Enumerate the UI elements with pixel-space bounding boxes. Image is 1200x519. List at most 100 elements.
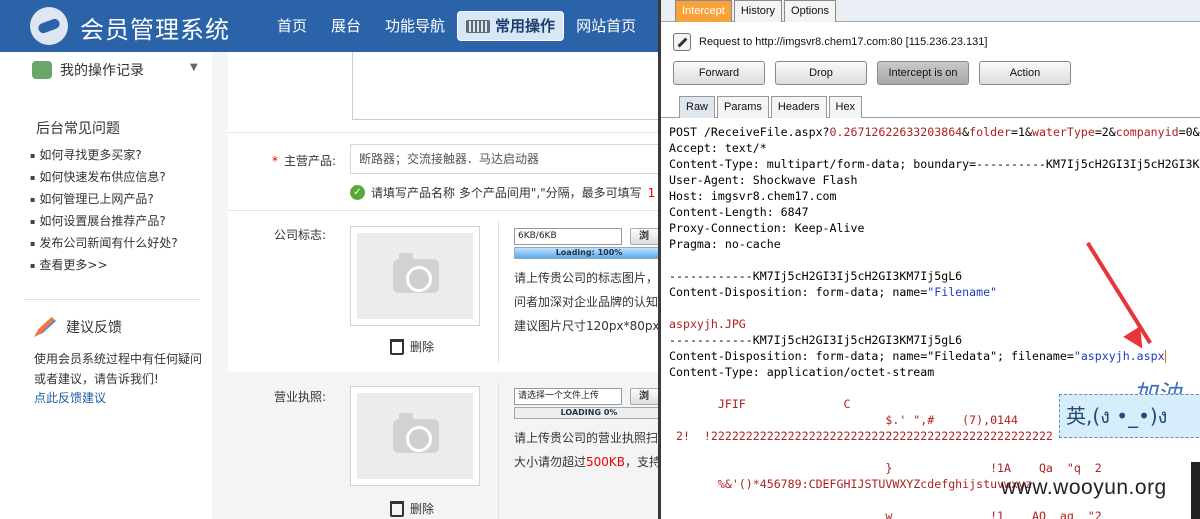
trash-icon <box>390 500 404 517</box>
raw-line: Content-Disposition: form-data; name="Fi… <box>669 349 1166 363</box>
nav-booth[interactable]: 展台 <box>319 11 373 41</box>
faq-item[interactable]: 如何寻找更多买家? <box>30 144 178 166</box>
raw-line: w !1 AQ aq "2 <box>669 509 1102 519</box>
logo-label: 公司标志: <box>274 228 327 242</box>
request-info: Request to http://imgsvr8.chem17.com:80 … <box>673 33 987 51</box>
chevron-down-icon[interactable]: ▼ <box>190 62 198 73</box>
feedback-link[interactable]: 点此反馈建议 <box>34 389 106 406</box>
faq-item[interactable]: 如何管理已上网产品? <box>30 188 178 210</box>
message-tabs: Raw Params Headers Hex <box>661 96 1200 118</box>
scrollbar[interactable] <box>1191 462 1200 519</box>
product-hint: ✓ 请填写产品名称 多个产品间用","分隔，最多可填写 1 <box>350 184 655 201</box>
forward-button[interactable]: Forward <box>673 61 765 85</box>
raw-line: Content-Length: 6847 <box>669 205 809 219</box>
raw-line <box>669 444 1200 460</box>
raw-line: } !1A Qa "q 2 <box>669 461 1102 475</box>
product-label: * 主营产品: <box>272 154 337 168</box>
burp-proxy-panel: Intercept History Options Request to htt… <box>658 0 1200 519</box>
nav-website-home[interactable]: 网站首页 <box>564 11 648 41</box>
keyboard-icon <box>466 19 491 33</box>
pencil-icon <box>34 317 56 337</box>
faq-item[interactable]: 如何设置展台推荐产品? <box>30 210 178 232</box>
trash-icon <box>390 338 404 355</box>
drop-button[interactable]: Drop <box>775 61 867 85</box>
check-icon: ✓ <box>350 185 365 200</box>
raw-line: ------------KM7Ij5cH2GI3Ij5cH2GI3KM7Ij5g… <box>669 269 963 283</box>
logo-description: 请上传贵公司的标志图片， 问者加深对企业品牌的认知 建议图片尺寸120px*80… <box>514 271 658 333</box>
raw-line: Proxy-Connection: Keep-Alive <box>669 221 865 235</box>
faq-more-link[interactable]: 查看更多>> <box>30 254 178 276</box>
license-description: 请上传贵公司的营业执照扫 大小请勿超过500KB，支持 <box>514 431 658 469</box>
text-caret <box>1164 350 1166 363</box>
license-label: 营业执照: <box>274 390 327 404</box>
camera-icon <box>393 413 439 453</box>
raw-request-editor[interactable]: POST /ReceiveFile.aspx?0.267126226332038… <box>669 124 1200 519</box>
camera-icon <box>393 253 439 293</box>
sidebar-divider <box>24 299 200 300</box>
tab-headers[interactable]: Headers <box>770 96 827 118</box>
site-header: 会员管理系统 首页 展台 功能导航 常用操作 网站首页 <box>0 0 658 52</box>
license-delete-button[interactable]: 删除 <box>390 500 434 517</box>
raw-line: Pragma: no-cache <box>669 237 781 251</box>
request-url: Request to http://imgsvr8.chem17.com:80 … <box>699 36 988 48</box>
section-divider <box>228 132 658 133</box>
form-area: * 主营产品: 断路器；交流接触器．马达启动器 ✓ 请填写产品名称 多个产品间用"… <box>228 52 658 519</box>
logo-progress-bar: Loading: 100% <box>514 247 658 259</box>
feedback-text: 使用会员系统过程中有任何疑问或者建议，请告诉我们! <box>34 352 203 386</box>
raw-line: Accept: text/* <box>669 141 767 155</box>
raw-line: Content-Type: multipart/form-data; bound… <box>669 157 1200 171</box>
raw-line: Host: imgsvr8.chem17.com <box>669 189 837 203</box>
raw-line: User-Agent: Shockwave Flash <box>669 173 858 187</box>
license-file-field[interactable]: 请选择一个文件上传 <box>514 388 622 405</box>
tab-options[interactable]: Options <box>784 0 836 22</box>
license-progress-bar: LOADING 0% <box>514 407 658 419</box>
raw-line: aspxyjh.JPG <box>669 317 746 331</box>
tab-intercept[interactable]: Intercept <box>675 0 732 22</box>
raw-line: Content-Type: application/octet-stream <box>669 365 935 379</box>
main-nav: 首页 展台 功能导航 常用操作 网站首页 <box>265 0 648 52</box>
feedback-title: 建议反馈 <box>66 320 122 336</box>
section-divider <box>228 210 658 211</box>
sidebar: 我的操作记录 ▼ 后台常见问题 如何寻找更多买家? 如何快速发布供应信息? 如何… <box>0 52 212 519</box>
logo-delete-button[interactable]: 删除 <box>390 338 434 355</box>
tab-params[interactable]: Params <box>717 96 769 118</box>
description-textarea[interactable] <box>352 52 658 120</box>
watermark: www.wooyun.org <box>1001 476 1167 499</box>
tab-raw[interactable]: Raw <box>679 96 716 118</box>
nav-home[interactable]: 首页 <box>265 11 319 41</box>
product-input[interactable]: 断路器；交流接触器．马达启动器 <box>350 144 658 174</box>
tab-hex[interactable]: Hex <box>828 96 863 118</box>
tab-history[interactable]: History <box>733 0 783 22</box>
site-title: 会员管理系统 <box>80 16 230 44</box>
action-button[interactable]: Action <box>979 61 1071 85</box>
faq-list: 如何寻找更多买家? 如何快速发布供应信息? 如何管理已上网产品? 如何设置展台推… <box>30 144 178 276</box>
proxy-tabs: Intercept History Options <box>661 0 1200 22</box>
logo-image-box <box>350 226 480 326</box>
nav-common-ops-label: 常用操作 <box>495 17 556 35</box>
faq-title: 后台常见问题 <box>36 121 120 137</box>
member-site: 会员管理系统 首页 展台 功能导航 常用操作 网站首页 我的操作记录 ▼ 后台常… <box>0 0 658 519</box>
raw-line <box>669 252 1200 268</box>
logo-browse-button[interactable]: 浏 <box>630 228 658 245</box>
nav-functions[interactable]: 功能导航 <box>373 11 457 41</box>
raw-line: POST /ReceiveFile.aspx?0.267126226332038… <box>669 125 1200 139</box>
my-records-label: 我的操作记录 <box>60 63 144 79</box>
divider <box>498 382 499 519</box>
raw-line <box>669 300 1200 316</box>
faq-item[interactable]: 如何快速发布供应信息? <box>30 166 178 188</box>
intercept-toolbar: Forward Drop Intercept is on Action <box>673 61 1071 85</box>
ime-candidate-box: 英,(ง •_•)ง <box>1059 394 1200 438</box>
intercept-toggle-button[interactable]: Intercept is on <box>877 61 969 85</box>
faq-item[interactable]: 发布公司新闻有什么好处? <box>30 232 177 254</box>
feedback-heading: 建议反馈 <box>34 317 122 337</box>
edit-icon[interactable] <box>673 33 691 51</box>
people-icon <box>32 61 52 79</box>
license-browse-button[interactable]: 浏 <box>630 388 658 405</box>
nav-common-ops[interactable]: 常用操作 <box>457 11 565 41</box>
license-image-box <box>350 386 480 486</box>
my-records[interactable]: 我的操作记录 <box>32 60 144 80</box>
raw-line: ------------KM7Ij5cH2GI3Ij5cH2GI3KM7Ij5g… <box>669 333 963 347</box>
logo-file-field[interactable]: 6KB/6KB <box>514 228 622 245</box>
divider <box>498 222 499 362</box>
site-logo-icon <box>30 7 68 45</box>
